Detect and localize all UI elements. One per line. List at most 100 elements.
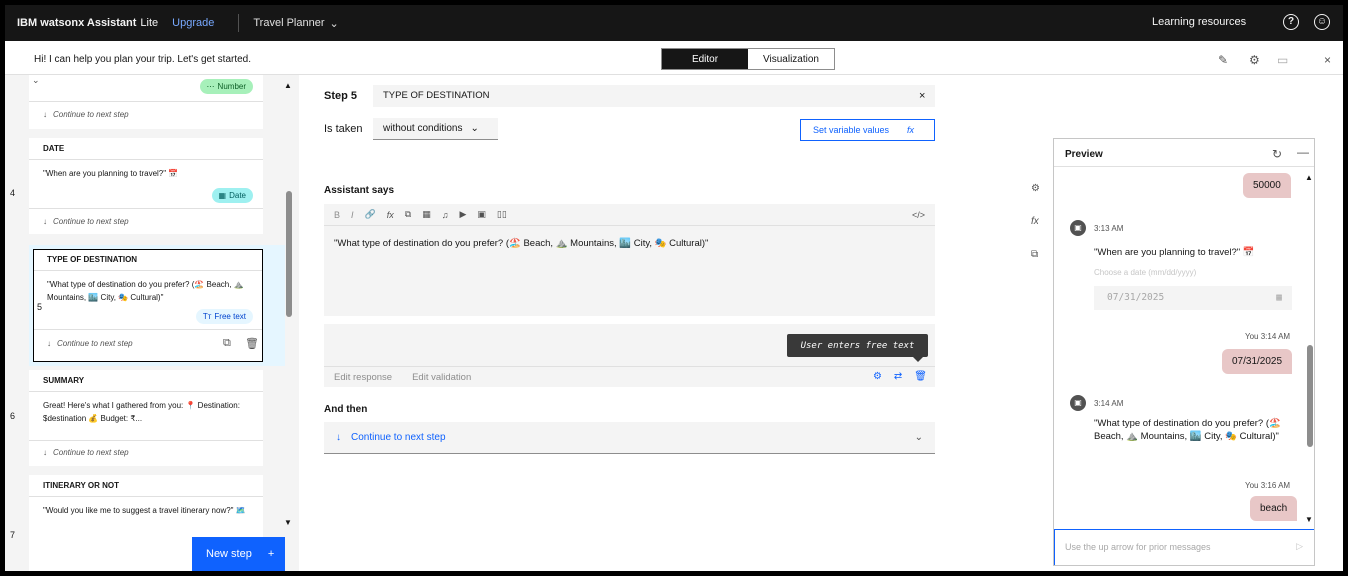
chevron-down-icon: ⌄ [329, 17, 339, 30]
link-icon[interactable]: 🔗 [365, 209, 376, 220]
and-then-heading: And then [324, 404, 368, 415]
send-icon[interactable]: ▷ [1296, 541, 1303, 552]
audio-icon[interactable]: ♫ [442, 210, 449, 220]
assistant-message: "What type of destination do you prefer?… [1094, 418, 1281, 442]
option-icon[interactable]: ⧉ [405, 209, 411, 220]
message-time: 3:13 AM [1094, 224, 1124, 233]
tab-edit-response[interactable]: Edit response [334, 372, 392, 383]
chevron-down-icon: ⌄ [470, 123, 479, 134]
response-actions: ⚙ ⇄ 🗑 [873, 371, 927, 382]
user-message: 07/31/2025 [1222, 349, 1293, 374]
italic-icon[interactable]: I [351, 210, 354, 220]
set-variable-label: Set variable values [813, 125, 890, 135]
step-tag-number: ⋯ Number [199, 79, 253, 94]
steps-scrollbar[interactable] [286, 191, 292, 317]
tab-visualization[interactable]: Visualization [748, 49, 834, 69]
preview-message-input[interactable]: Use the up arrow for prior messages ▷ [1054, 529, 1314, 565]
help-icon[interactable]: ? [1283, 14, 1299, 30]
number-icon: ⋯ [206, 82, 215, 91]
assistant-message: "When are you planning to travel?" 📅 [1094, 247, 1255, 258]
assistant-name: Travel Planner [253, 17, 325, 29]
step-title: DATE [29, 138, 263, 160]
step-tag-date: ▦ Date [211, 188, 253, 203]
close-icon[interactable]: × [919, 90, 925, 102]
save-icon[interactable]: ▭ [1277, 53, 1288, 67]
step-card[interactable]: ⌄ ⋯ Number ↓ Continue to next step [29, 75, 263, 129]
learning-resources-link[interactable]: Learning resources [1152, 16, 1246, 28]
preview-scrollbar[interactable] [1307, 345, 1313, 447]
steps-panel: ⌄ ⋯ Number ↓ Continue to next step DATE "W… [5, 75, 299, 571]
action-title[interactable]: Hi! I can help you plan your trip. Let's… [34, 54, 251, 65]
user-message: beach [1250, 496, 1298, 521]
pause-icon[interactable]: ▯▯ [497, 209, 507, 220]
swap-icon[interactable]: ⇄ [894, 371, 902, 382]
new-step-label: New step [206, 548, 252, 560]
debug-icon[interactable]: ⚙ [1031, 183, 1040, 194]
step-title: SUMMARY [29, 370, 263, 392]
user-profile-icon[interactable]: ☺ [1314, 14, 1330, 30]
arrow-down-icon: ↓ [43, 110, 47, 119]
step-title-input[interactable]: TYPE OF DESTINATION [373, 85, 935, 107]
set-variable-values-button[interactable]: Set variable values fx [800, 119, 935, 141]
calendar-icon[interactable]: ▦ [1276, 292, 1282, 303]
image-icon[interactable]: ▦ [422, 209, 431, 220]
and-then-dropdown[interactable]: ↓ Continue to next step ⌄ [324, 422, 935, 454]
settings-icon[interactable]: ⚙ [1249, 53, 1260, 67]
delete-icon[interactable]: 🗑 [914, 371, 927, 382]
scroll-up-icon[interactable]: ▲ [1305, 173, 1313, 182]
plan-label: Lite [140, 17, 159, 29]
plus-icon: + [267, 548, 275, 560]
view-toggle: Editor Visualization [661, 48, 835, 70]
condition-dropdown[interactable]: without conditions ⌄ [373, 118, 498, 140]
input-placeholder: Use the up arrow for prior messages [1065, 542, 1211, 552]
step-card-date[interactable]: DATE "When are you planning to travel?" … [29, 138, 263, 234]
tab-editor[interactable]: Editor [662, 49, 748, 69]
close-icon[interactable]: × [1324, 53, 1331, 67]
edit-icon[interactable]: ✎ [1218, 53, 1228, 67]
restart-icon[interactable]: ↻ [1272, 147, 1282, 161]
video-icon[interactable]: ▶ [459, 209, 466, 220]
step-card-summary[interactable]: SUMMARY Great! Here's what I gathered fr… [29, 370, 263, 466]
variables-icon[interactable]: fx [1031, 216, 1039, 227]
assistant-message-editor[interactable]: "What type of destination do you prefer?… [324, 226, 935, 316]
user-message: 50000 [1243, 173, 1291, 198]
product-name[interactable]: IBM watsonx Assistant Lite [17, 17, 158, 29]
step-label: Step 5 [324, 90, 358, 102]
message-time: You 3:16 AM [1245, 481, 1291, 490]
divider [29, 440, 263, 441]
tab-edit-validation[interactable]: Edit validation [412, 372, 471, 383]
assistant-says-heading: Assistant says [324, 185, 395, 196]
continue-label: Continue to next step [53, 110, 129, 119]
preview-title: Preview [1065, 149, 1103, 160]
minimize-icon[interactable]: — [1297, 145, 1309, 159]
date-picker-input[interactable]: 07/31/2025 ▦ [1094, 286, 1292, 310]
step-chevron-icon: ⌄ [32, 75, 40, 85]
assistant-switcher[interactable]: Travel Planner ⌄ [253, 17, 338, 30]
rich-text-toolbar: B I 🔗 fx ⧉ ▦ ♫ ▶ ▣ ▯▯ </> [324, 204, 935, 226]
bold-icon[interactable]: B [334, 210, 340, 220]
code-icon[interactable]: </> [912, 210, 925, 220]
scroll-down-icon[interactable]: ▼ [284, 518, 292, 527]
upgrade-link[interactable]: Upgrade [172, 17, 214, 29]
chevron-down-icon: ⌄ [914, 432, 923, 443]
function-icon[interactable]: fx [387, 210, 394, 220]
brand-label: IBM watsonx Assistant [17, 17, 137, 29]
date-value: 07/31/2025 [1107, 292, 1165, 303]
and-then-value: Continue to next step [351, 432, 446, 443]
step-number: 5 [37, 302, 43, 312]
settings-icon[interactable]: ⚙ [873, 371, 882, 382]
response-tabs: Edit response Edit validation ⚙ ⇄ 🗑 [324, 366, 935, 387]
scroll-up-icon[interactable]: ▲ [284, 81, 292, 90]
scroll-down-icon[interactable]: ▼ [1305, 515, 1313, 524]
editor-header: Hi! I can help you plan your trip. Let's… [5, 41, 1343, 75]
new-step-button[interactable]: New step + [192, 537, 285, 571]
divider [29, 101, 263, 102]
calendar-icon: ▦ [218, 191, 227, 200]
arrow-down-icon: ↓ [43, 448, 47, 457]
iframe-icon[interactable]: ▣ [477, 209, 486, 220]
date-hint: Choose a date (mm/dd/yyyy) [1094, 268, 1197, 277]
tag-label: Number [217, 82, 246, 91]
selected-step-outline [33, 249, 263, 362]
divider [238, 14, 240, 32]
extensions-icon[interactable]: ⧉ [1031, 249, 1038, 260]
